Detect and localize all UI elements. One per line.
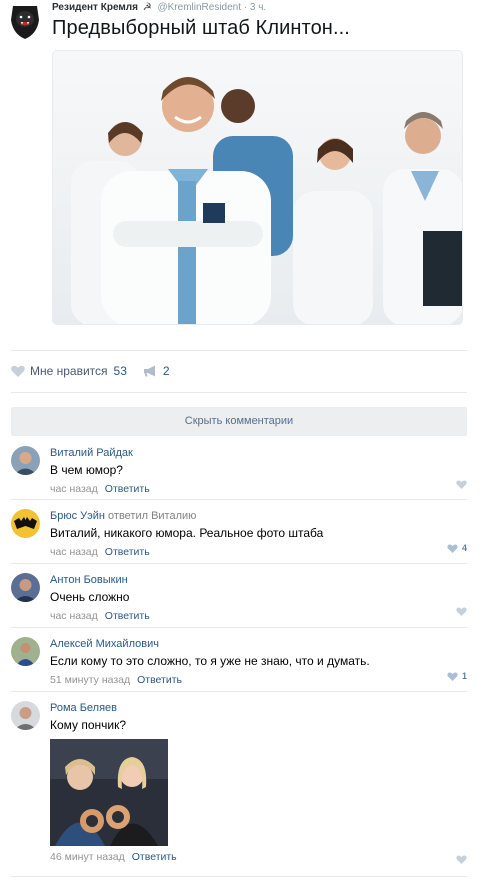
comment-text: Очень сложно	[50, 590, 130, 604]
comment-like-count: 1	[461, 671, 467, 681]
comment-time[interactable]: час назад	[50, 610, 98, 622]
divider	[11, 350, 467, 351]
comment-text: Виталий, никакого юмора. Реальное фото ш…	[50, 526, 324, 540]
tweet-photo-doctors[interactable]	[52, 50, 463, 325]
comment-like-button[interactable]: 4	[447, 543, 467, 553]
heart-icon	[456, 607, 467, 616]
comment-meta: час назад Ответить	[50, 483, 467, 496]
comment-like-button[interactable]: 1	[447, 671, 467, 681]
comment-like-count: 4	[461, 543, 467, 553]
comment-item: Виталий Райдак В чем юмор? час назад Отве…	[11, 446, 467, 498]
divider	[11, 876, 467, 877]
like-label: Мне нравится	[30, 364, 108, 378]
reply-link[interactable]: Ответить	[105, 610, 150, 622]
tweet-text: Предвыборный штаб Клинтон...	[52, 17, 350, 39]
comment-text: Если кому то это сложно, то я уже не зна…	[50, 654, 370, 668]
comment-meta: 51 минуту назад Ответить	[50, 674, 467, 687]
tweet-author[interactable]: Резидент Кремля ☭ @KremlinResident · 3 ч…	[52, 2, 266, 13]
heart-icon	[456, 480, 467, 489]
reply-link[interactable]: Ответить	[132, 851, 177, 863]
comment-time[interactable]: час назад	[50, 546, 98, 558]
comment-meta: час назад Ответить	[50, 546, 467, 559]
comment-photo-donuts[interactable]	[50, 739, 168, 846]
reply-link[interactable]: Ответить	[105, 483, 150, 495]
like-count: 53	[113, 364, 127, 378]
comment-author-name[interactable]: Брюс Уэйн	[50, 510, 105, 522]
comment-text: Кому пончик?	[50, 718, 127, 732]
tweet-handle-time: @KremlinResident · 3 ч.	[157, 2, 267, 13]
comment-like-button[interactable]	[456, 855, 467, 864]
avatar[interactable]	[11, 573, 40, 602]
divider	[11, 563, 467, 564]
bear-logo-avatar[interactable]	[9, 2, 41, 40]
divider	[11, 691, 467, 692]
heart-icon	[447, 544, 458, 553]
heart-icon	[456, 855, 467, 864]
verified-hammer-icon: ☭	[142, 2, 152, 13]
comment-time[interactable]: 46 минут назад	[50, 851, 125, 863]
tweet-author-name[interactable]: Резидент Кремля	[52, 2, 138, 13]
comment-item: Рома Беляев Кому пончик? 46 минут назад О…	[11, 701, 467, 871]
share-button[interactable]: 2	[143, 364, 170, 378]
divider	[11, 392, 467, 393]
comment-author: Брюс Уэйн ответил Виталию	[50, 509, 467, 523]
avatar[interactable]	[11, 509, 40, 538]
reply-link[interactable]: Ответить	[137, 674, 182, 686]
comment-author[interactable]: Антон Бовыкин	[50, 573, 467, 587]
heart-icon	[11, 365, 25, 377]
divider	[11, 627, 467, 628]
megaphone-icon	[143, 365, 155, 377]
avatar[interactable]	[11, 701, 40, 730]
comment-time[interactable]: 51 минуту назад	[50, 674, 130, 686]
like-button[interactable]: Мне нравится 53	[11, 364, 127, 378]
comment-like-button[interactable]	[456, 480, 467, 489]
share-count: 2	[162, 364, 170, 378]
reply-link[interactable]: Ответить	[105, 546, 150, 558]
comment-author[interactable]: Алексей Михайлович	[50, 637, 467, 651]
comment-meta: час назад Ответить	[50, 610, 467, 623]
avatar[interactable]	[11, 446, 40, 475]
post-actions: Мне нравится 53 2	[11, 361, 186, 381]
comment-text: В чем юмор?	[50, 463, 123, 477]
comment-like-button[interactable]	[456, 607, 467, 616]
heart-icon	[447, 672, 458, 681]
replied-to[interactable]: ответил Виталию	[108, 510, 196, 522]
divider	[11, 499, 467, 500]
hide-comments-button[interactable]: Скрыть комментарии	[11, 407, 467, 436]
comment-meta: 46 минут назад Ответить	[50, 851, 467, 864]
comment-item: Брюс Уэйн ответил Виталию Виталий, никак…	[11, 509, 467, 561]
avatar[interactable]	[11, 637, 40, 666]
comment-author[interactable]: Рома Беляев	[50, 701, 467, 715]
comment-item: Антон Бовыкин Очень сложно час назад Отве…	[11, 573, 467, 625]
comment-time[interactable]: час назад	[50, 483, 98, 495]
comment-item: Алексей Михайлович Если кому то это слож…	[11, 637, 467, 689]
comment-author[interactable]: Виталий Райдак	[50, 446, 467, 460]
